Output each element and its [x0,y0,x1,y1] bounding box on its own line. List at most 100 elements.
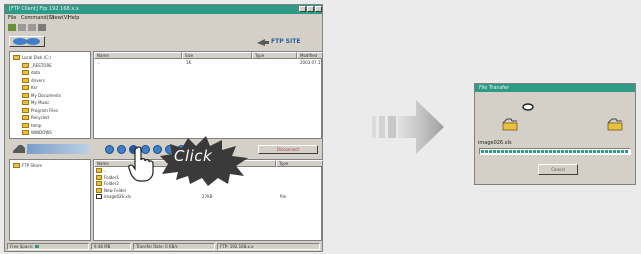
local-tree-pane[interactable]: Local Disk (C:) _RESTORE data drivers Ksr My … [9,51,91,139]
back-button[interactable] [9,36,45,47]
folder-icon [22,100,29,105]
row-size: 27KB [202,194,213,199]
file-icon [96,194,102,199]
progress-block [501,150,504,153]
table-row[interactable]: .. 1K 2003.07.1 [94,60,323,66]
progress-fill [481,150,629,153]
click-label: Click [174,147,213,165]
remote-site-logo [27,144,89,154]
drive-icon [13,145,25,153]
column-header-type[interactable]: Type [252,52,297,59]
connect-icon[interactable] [8,24,16,31]
tree-item[interactable]: My Music [22,100,92,106]
transfer-progress-bar [479,148,631,155]
tree-item-label: _RESTORE [31,62,52,68]
progress-block [505,150,508,153]
source-folder-icon [502,118,518,131]
folder-icon [22,62,29,68]
row-name: .. [97,60,100,65]
progress-block [481,150,484,153]
file-transfer-dialog: File Transfer image026.xls Cancel [474,83,636,185]
toolbar [5,22,322,34]
disconnect-button[interactable]: Disconnect [258,145,318,154]
folder-icon [96,174,102,180]
status-connection: FTP: 192.168.x.x [217,243,320,250]
close-button[interactable] [315,6,322,12]
maximize-button[interactable] [307,6,314,12]
menu-bar: File Command(C) View(V) Help [5,14,322,22]
table-row[interactable]: New Folder [94,187,323,194]
minimize-button[interactable] [299,6,306,12]
progress-block [581,150,584,153]
folder-icon [22,107,29,113]
progress-block [525,150,528,153]
progress-block [621,150,624,153]
progress-block [509,150,512,153]
ftp-arrow-icon [257,39,269,46]
folder-icon [96,187,102,193]
progress-block [513,150,516,153]
settings-icon[interactable] [38,24,46,31]
progress-block [601,150,604,153]
local-file-list[interactable]: Name Size Type Modified .. 1K 2003.07.1 [93,51,323,139]
progress-block [585,150,588,153]
progress-block [549,150,552,153]
transfer-indicator-icon [522,103,534,111]
column-header-modified[interactable]: Modified [297,52,323,59]
tree-item-label: data [31,70,41,75]
progress-block [517,150,520,153]
menu-file[interactable]: File [8,15,16,21]
progress-block [553,150,556,153]
folder-icon [22,77,29,83]
tree-item[interactable]: My Documents [22,92,92,99]
navigation-bar: FTP SITE [5,34,322,50]
transfer-filename: image026.xls [478,140,512,146]
folder-icon [96,181,102,186]
menu-view[interactable]: View(V) [50,15,69,21]
progress-block [617,150,620,153]
row-name: Folder2 [104,181,119,186]
menu-help[interactable]: Help [68,15,79,21]
column-header-size[interactable]: Size [182,52,252,59]
folder-icon [22,115,29,120]
refresh-icon[interactable] [28,24,36,31]
tree-item[interactable]: Recycled [22,115,92,121]
tree-item[interactable]: Program Files [22,107,92,114]
folder-icon [22,92,29,98]
progress-block [545,150,548,153]
folder-icon [22,85,29,90]
row-name: .. [104,168,107,173]
progress-block [565,150,568,153]
tree-item[interactable]: drivers [22,77,92,84]
title-bar[interactable]: [FTP Client] Ftp 192.168.x.x [5,5,322,14]
tree-item[interactable]: FTP Share [13,163,83,169]
tree-item-label: My Documents [31,92,61,98]
tree-item-label: Local Disk (C:) [22,55,51,60]
remote-tree-pane[interactable]: FTP Share [9,159,91,241]
tree-item[interactable]: WINDOWS [22,130,92,136]
tree-item[interactable]: _RESTORE [22,62,92,69]
cancel-button[interactable]: Cancel [538,164,578,175]
column-header-type[interactable]: Type [276,160,323,167]
progress-block [489,150,492,153]
status-free-space: Free Space: [7,243,89,250]
row-type: file [280,194,287,199]
tree-item[interactable]: temp [22,122,92,129]
tree-item[interactable]: data [22,70,92,76]
status-bar: Free Space: 9.48 MB Transfer Rate: 0 KB/… [5,242,322,251]
table-row[interactable]: image026.xls 27KB file [94,194,323,200]
progress-block [561,150,564,153]
progress-block [609,150,612,153]
column-header-name[interactable]: Name [94,52,182,59]
disconnect-icon[interactable] [18,24,26,31]
tree-item[interactable]: Local Disk (C:) [13,55,83,61]
download-button[interactable] [117,145,126,154]
progress-block [589,150,592,153]
progress-block [537,150,540,153]
tree-item[interactable]: Ksr [22,85,92,91]
tree-item-label: WINDOWS [31,130,52,135]
dialog-title-bar[interactable]: File Transfer [475,84,635,92]
upload-button[interactable] [105,145,114,154]
status-size: 9.48 MB [91,243,131,250]
tree-item-label: temp [31,122,42,128]
